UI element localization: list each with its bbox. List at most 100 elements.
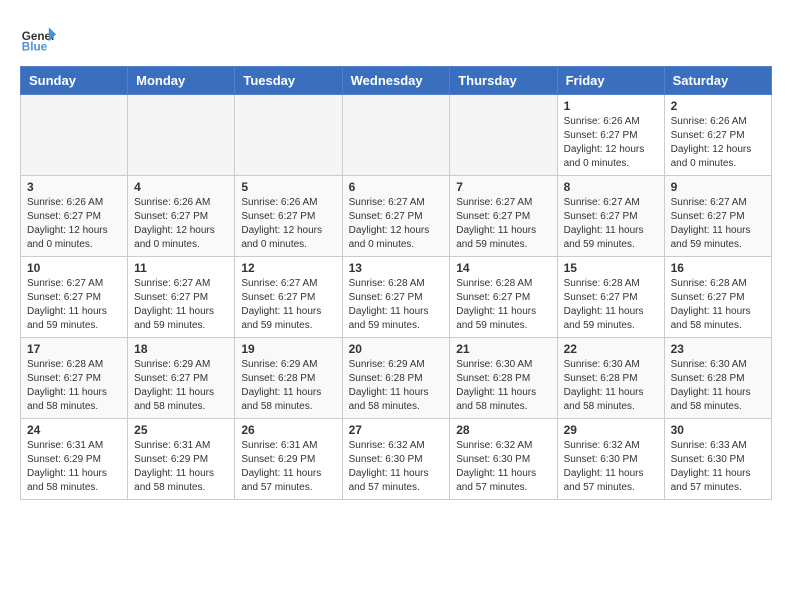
calendar-week-row: 1 Sunrise: 6:26 AM Sunset: 6:27 PM Daylig…: [21, 95, 772, 176]
calendar-cell: 15 Sunrise: 6:28 AM Sunset: 6:27 PM Dayli…: [557, 257, 664, 338]
day-number: 22: [564, 342, 658, 356]
day-number: 19: [241, 342, 335, 356]
col-thursday: Thursday: [450, 67, 557, 95]
calendar-cell: 13Sunrise: 6:28 AM Sunset: 6:27 PM Dayli…: [342, 257, 450, 338]
day-number: 7: [456, 180, 550, 194]
day-number: 26: [241, 423, 335, 437]
calendar-cell: 30Sunrise: 6:33 AM Sunset: 6:30 PM Dayli…: [664, 419, 771, 500]
calendar-cell: 19 Sunrise: 6:29 AM Sunset: 6:28 PM Dayli…: [235, 338, 342, 419]
day-number: 10: [27, 261, 121, 275]
calendar-cell: [342, 95, 450, 176]
day-number: 3: [27, 180, 121, 194]
day-info: Sunrise: 6:29 AM Sunset: 6:27 PM Dayligh…: [134, 358, 228, 414]
day-info: Sunrise: 6:31 AM Sunset: 6:29 PM Dayligh…: [241, 439, 335, 495]
calendar-header: Sunday Monday Tuesday Wednesday Thursday…: [21, 67, 772, 95]
day-number: 29: [564, 423, 658, 437]
day-info: Sunrise: 6:31 AM Sunset: 6:29 PM Dayligh…: [27, 439, 121, 495]
day-info: Sunrise: 6:26 AM Sunset: 6:27 PM Dayligh…: [564, 115, 658, 171]
day-info: Sunrise: 6:27 AM Sunset: 6:27 PM Dayligh…: [27, 277, 121, 333]
day-number: 1: [564, 99, 658, 113]
svg-text:Blue: Blue: [22, 41, 48, 54]
calendar-cell: 22 Sunrise: 6:30 AM Sunset: 6:28 PM Dayli…: [557, 338, 664, 419]
calendar-cell: 23Sunrise: 6:30 AM Sunset: 6:28 PM Dayli…: [664, 338, 771, 419]
calendar-cell: 4 Sunrise: 6:26 AM Sunset: 6:27 PM Daylig…: [128, 176, 235, 257]
day-info: Sunrise: 6:31 AM Sunset: 6:29 PM Dayligh…: [134, 439, 228, 495]
logo-icon: General Blue: [20, 20, 56, 56]
calendar-week-row: 24 Sunrise: 6:31 AM Sunset: 6:29 PM Dayli…: [21, 419, 772, 500]
col-saturday: Saturday: [664, 67, 771, 95]
day-number: 20: [349, 342, 444, 356]
calendar-cell: 18 Sunrise: 6:29 AM Sunset: 6:27 PM Dayli…: [128, 338, 235, 419]
day-number: 27: [349, 423, 444, 437]
calendar-cell: [235, 95, 342, 176]
col-wednesday: Wednesday: [342, 67, 450, 95]
day-info: Sunrise: 6:28 AM Sunset: 6:27 PM Dayligh…: [671, 277, 765, 333]
day-number: 5: [241, 180, 335, 194]
calendar-cell: 21Sunrise: 6:30 AM Sunset: 6:28 PM Dayli…: [450, 338, 557, 419]
calendar-cell: 8 Sunrise: 6:27 AM Sunset: 6:27 PM Daylig…: [557, 176, 664, 257]
day-number: 30: [671, 423, 765, 437]
calendar-cell: 2 Sunrise: 6:26 AM Sunset: 6:27 PM Daylig…: [664, 95, 771, 176]
calendar-cell: 26 Sunrise: 6:31 AM Sunset: 6:29 PM Dayli…: [235, 419, 342, 500]
col-monday: Monday: [128, 67, 235, 95]
day-info: Sunrise: 6:27 AM Sunset: 6:27 PM Dayligh…: [349, 196, 444, 252]
calendar-cell: 1 Sunrise: 6:26 AM Sunset: 6:27 PM Daylig…: [557, 95, 664, 176]
calendar-cell: 6 Sunrise: 6:27 AM Sunset: 6:27 PM Daylig…: [342, 176, 450, 257]
calendar-cell: 16 Sunrise: 6:28 AM Sunset: 6:27 PM Dayli…: [664, 257, 771, 338]
day-info: Sunrise: 6:26 AM Sunset: 6:27 PM Dayligh…: [134, 196, 228, 252]
day-number: 28: [456, 423, 550, 437]
calendar-cell: 7Sunrise: 6:27 AM Sunset: 6:27 PM Daylig…: [450, 176, 557, 257]
day-info: Sunrise: 6:28 AM Sunset: 6:27 PM Dayligh…: [456, 277, 550, 333]
day-info: Sunrise: 6:27 AM Sunset: 6:27 PM Dayligh…: [241, 277, 335, 333]
day-number: 9: [671, 180, 765, 194]
day-info: Sunrise: 6:29 AM Sunset: 6:28 PM Dayligh…: [349, 358, 444, 414]
calendar-cell: 3Sunrise: 6:26 AM Sunset: 6:27 PM Daylig…: [21, 176, 128, 257]
day-number: 6: [349, 180, 444, 194]
day-info: Sunrise: 6:27 AM Sunset: 6:27 PM Dayligh…: [134, 277, 228, 333]
calendar-cell: 24 Sunrise: 6:31 AM Sunset: 6:29 PM Dayli…: [21, 419, 128, 500]
calendar-cell: [21, 95, 128, 176]
day-info: Sunrise: 6:32 AM Sunset: 6:30 PM Dayligh…: [456, 439, 550, 495]
day-info: Sunrise: 6:26 AM Sunset: 6:27 PM Dayligh…: [671, 115, 765, 171]
calendar-body: 1 Sunrise: 6:26 AM Sunset: 6:27 PM Daylig…: [21, 95, 772, 500]
day-info: Sunrise: 6:28 AM Sunset: 6:27 PM Dayligh…: [27, 358, 121, 414]
day-number: 2: [671, 99, 765, 113]
day-info: Sunrise: 6:32 AM Sunset: 6:30 PM Dayligh…: [349, 439, 444, 495]
day-number: 21: [456, 342, 550, 356]
day-number: 4: [134, 180, 228, 194]
day-number: 14: [456, 261, 550, 275]
page-header: General Blue: [20, 20, 772, 56]
header-row: Sunday Monday Tuesday Wednesday Thursday…: [21, 67, 772, 95]
col-tuesday: Tuesday: [235, 67, 342, 95]
calendar-table: Sunday Monday Tuesday Wednesday Thursday…: [20, 66, 772, 500]
calendar-week-row: 3 Sunrise: 6:26 AM Sunset: 6:27 PM Daylig…: [21, 176, 772, 257]
calendar-cell: 28 Sunrise: 6:32 AM Sunset: 6:30 PM Dayli…: [450, 419, 557, 500]
calendar-cell: [128, 95, 235, 176]
calendar-cell: 10 Sunrise: 6:27 AM Sunset: 6:27 PM Dayli…: [21, 257, 128, 338]
calendar-cell: 29 Sunrise: 6:32 AM Sunset: 6:30 PM Dayli…: [557, 419, 664, 500]
day-number: 13: [349, 261, 444, 275]
day-number: 15: [564, 261, 658, 275]
calendar-cell: 20 Sunrise: 6:29 AM Sunset: 6:28 PM Dayli…: [342, 338, 450, 419]
calendar-week-row: 10 Sunrise: 6:27 AM Sunset: 6:27 PM Dayli…: [21, 257, 772, 338]
calendar-cell: 14 Sunrise: 6:28 AM Sunset: 6:27 PM Dayli…: [450, 257, 557, 338]
calendar-cell: 12Sunrise: 6:27 AM Sunset: 6:27 PM Dayli…: [235, 257, 342, 338]
day-number: 11: [134, 261, 228, 275]
calendar-cell: [450, 95, 557, 176]
day-number: 18: [134, 342, 228, 356]
day-number: 24: [27, 423, 121, 437]
day-number: 17: [27, 342, 121, 356]
day-info: Sunrise: 6:29 AM Sunset: 6:28 PM Dayligh…: [241, 358, 335, 414]
day-info: Sunrise: 6:27 AM Sunset: 6:27 PM Dayligh…: [671, 196, 765, 252]
calendar-cell: 11 Sunrise: 6:27 AM Sunset: 6:27 PM Dayli…: [128, 257, 235, 338]
day-number: 8: [564, 180, 658, 194]
day-info: Sunrise: 6:28 AM Sunset: 6:27 PM Dayligh…: [564, 277, 658, 333]
calendar-week-row: 17 Sunrise: 6:28 AM Sunset: 6:27 PM Dayli…: [21, 338, 772, 419]
day-info: Sunrise: 6:27 AM Sunset: 6:27 PM Dayligh…: [564, 196, 658, 252]
day-info: Sunrise: 6:32 AM Sunset: 6:30 PM Dayligh…: [564, 439, 658, 495]
day-info: Sunrise: 6:26 AM Sunset: 6:27 PM Dayligh…: [241, 196, 335, 252]
calendar-cell: 9 Sunrise: 6:27 AM Sunset: 6:27 PM Daylig…: [664, 176, 771, 257]
day-number: 16: [671, 261, 765, 275]
day-info: Sunrise: 6:30 AM Sunset: 6:28 PM Dayligh…: [671, 358, 765, 414]
day-info: Sunrise: 6:30 AM Sunset: 6:28 PM Dayligh…: [564, 358, 658, 414]
